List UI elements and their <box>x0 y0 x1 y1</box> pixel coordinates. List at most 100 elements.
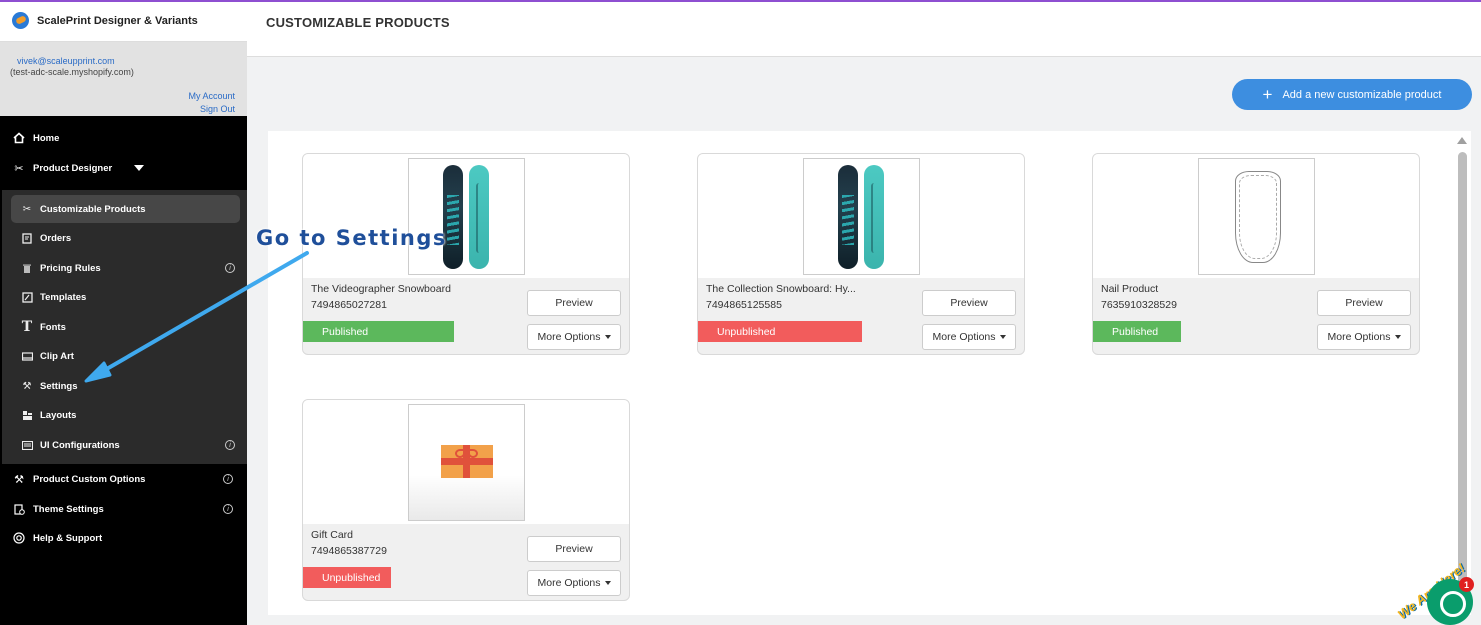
product-card[interactable]: The Collection Snowboard: Hy... 74948651… <box>697 153 1025 355</box>
my-account-link[interactable]: My Account <box>188 91 235 101</box>
tools-icon: ⚒ <box>22 380 32 392</box>
chevron-down-icon <box>134 165 145 171</box>
product-thumbnail[interactable] <box>408 404 525 521</box>
app-logo-icon <box>12 12 29 29</box>
add-button-label: Add a new customizable product <box>1282 88 1442 101</box>
sidebar-item-label: Theme Settings <box>33 503 104 515</box>
page-header: CUSTOMIZABLE PRODUCTS <box>247 2 1481 57</box>
theme-icon <box>13 503 25 515</box>
product-image-area <box>303 154 629 278</box>
product-image-area <box>698 154 1024 278</box>
snowboard-teal-image <box>469 165 489 269</box>
info-icon[interactable]: i <box>225 440 235 450</box>
product-id: 7494865027281 <box>311 299 387 311</box>
sidebar-item-label: UI Configurations <box>40 439 120 451</box>
plus-icon: + <box>1262 84 1273 104</box>
clipart-icon <box>21 350 33 362</box>
product-image-area <box>303 400 629 524</box>
sidebar-item-home[interactable]: Home <box>0 125 247 151</box>
sidebar-item-label: Product Custom Options <box>33 473 146 485</box>
product-thumbnail[interactable] <box>803 158 920 275</box>
info-icon[interactable]: i <box>223 504 233 514</box>
scissors-icon: ✂ <box>14 162 24 175</box>
sidebar-item-ui-configurations[interactable]: UI Configurations i <box>2 432 247 458</box>
sidebar-item-product-custom-options[interactable]: ⚒ Product Custom Options i <box>0 466 247 492</box>
sidebar-item-label: Templates <box>40 291 87 303</box>
font-icon: T <box>21 319 33 335</box>
sidebar-item-layouts[interactable]: Layouts <box>2 402 247 428</box>
status-badge: Unpublished <box>698 321 862 342</box>
product-id: 7635910328529 <box>1101 299 1177 311</box>
scrollbar-thumb[interactable] <box>1458 152 1467 612</box>
account-email: vivek@scaleupprint.com <box>17 56 115 66</box>
info-icon[interactable]: i <box>223 474 233 484</box>
snowboard-dark-image <box>443 165 463 269</box>
page-title: CUSTOMIZABLE PRODUCTS <box>266 15 450 30</box>
sidebar-item-label: Pricing Rules <box>40 262 101 274</box>
sidebar-item-templates[interactable]: Templates <box>2 284 247 310</box>
product-card[interactable]: Nail Product 7635910328529 Published Pre… <box>1092 153 1420 355</box>
preview-button[interactable]: Preview <box>1317 290 1411 316</box>
nail-image <box>1235 171 1281 263</box>
sidebar-item-label: Layouts <box>40 409 77 421</box>
trash-icon <box>21 262 33 274</box>
caret-down-icon <box>604 581 611 585</box>
app-title: ScalePrint Designer & Variants <box>37 14 198 27</box>
brand-header[interactable]: ScalePrint Designer & Variants <box>0 0 247 42</box>
sidebar-item-theme-settings[interactable]: Theme Settings i <box>0 496 247 522</box>
sign-out-link[interactable]: Sign Out <box>200 104 235 114</box>
sidebar-item-customizable-products[interactable]: ✂ Customizable Products <box>11 195 240 223</box>
more-options-label: More Options <box>1327 331 1391 343</box>
ui-config-icon <box>21 439 33 451</box>
product-name: The Collection Snowboard: Hy... <box>706 283 856 295</box>
more-options-button[interactable]: More Options <box>922 324 1016 350</box>
scrollbar[interactable] <box>1454 134 1468 614</box>
status-badge: Unpublished <box>303 567 391 588</box>
product-name: The Videographer Snowboard <box>311 283 451 295</box>
account-panel: vivek@scaleupprint.com (test-adc-scale.m… <box>0 42 247 116</box>
product-id: 7494865125585 <box>706 299 782 311</box>
sidebar-item-settings[interactable]: ⚒ Settings <box>2 373 247 399</box>
sidebar-item-orders[interactable]: Orders <box>2 225 247 251</box>
layout-icon <box>21 409 33 421</box>
preview-button[interactable]: Preview <box>527 536 621 562</box>
product-card[interactable]: The Videographer Snowboard 7494865027281… <box>302 153 630 355</box>
more-options-button[interactable]: More Options <box>527 324 621 350</box>
add-customizable-product-button[interactable]: + Add a new customizable product <box>1232 79 1472 110</box>
product-name: Nail Product <box>1101 283 1159 295</box>
more-options-button[interactable]: More Options <box>1317 324 1411 350</box>
preview-button[interactable]: Preview <box>922 290 1016 316</box>
status-badge: Published <box>303 321 454 342</box>
chat-widget[interactable]: We Are Here! 1 <box>1395 555 1481 625</box>
more-options-label: More Options <box>932 331 996 343</box>
scroll-up-arrow-icon[interactable] <box>1457 137 1467 144</box>
product-name: Gift Card <box>311 529 354 541</box>
product-id: 7494865387729 <box>311 545 387 557</box>
tools-icon: ⚒ <box>14 473 24 486</box>
sidebar-item-clip-art[interactable]: Clip Art <box>2 343 247 369</box>
status-badge: Published <box>1093 321 1181 342</box>
sidebar-item-product-designer[interactable]: ✂ Product Designer <box>0 155 247 181</box>
sidebar-item-help-support[interactable]: Help & Support <box>0 525 247 551</box>
sidebar-item-label: Settings <box>40 380 78 392</box>
more-options-label: More Options <box>537 331 601 343</box>
caret-down-icon <box>1394 335 1401 339</box>
product-thumbnail[interactable] <box>1198 158 1315 275</box>
lifebuoy-icon <box>13 532 25 544</box>
caret-down-icon <box>999 335 1006 339</box>
notification-badge: 1 <box>1459 577 1474 592</box>
account-shop: (test-adc-scale.myshopify.com) <box>10 67 134 77</box>
sidebar-item-pricing-rules[interactable]: Pricing Rules i <box>2 255 247 281</box>
preview-button[interactable]: Preview <box>527 290 621 316</box>
sidebar-item-fonts[interactable]: T Fonts <box>2 314 247 340</box>
scissors-icon: ✂ <box>22 203 32 215</box>
snowboard-teal-image <box>864 165 884 269</box>
product-image-area <box>1093 154 1419 278</box>
more-options-button[interactable]: More Options <box>527 570 621 596</box>
info-icon[interactable]: i <box>225 263 235 273</box>
product-thumbnail[interactable] <box>408 158 525 275</box>
sidebar-item-label: Home <box>33 132 60 144</box>
product-card[interactable]: Gift Card 7494865387729 Unpublished Prev… <box>302 399 630 601</box>
orders-icon <box>21 232 33 244</box>
template-icon <box>21 291 33 303</box>
